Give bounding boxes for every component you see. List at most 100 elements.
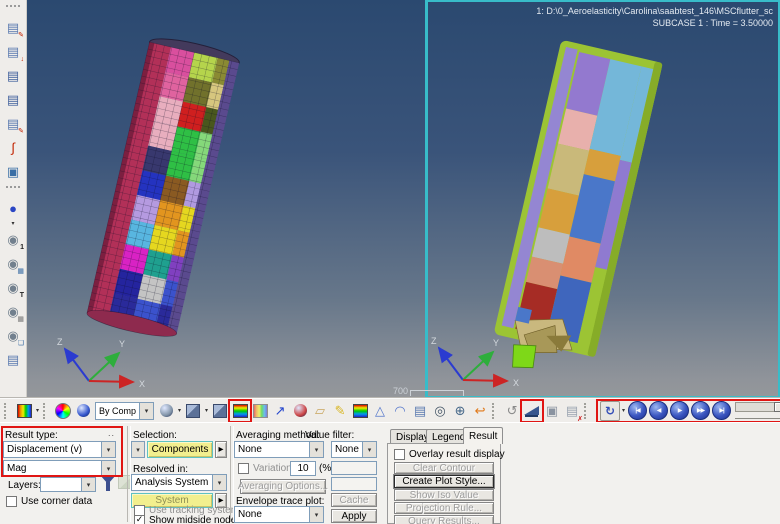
chevron-down-icon[interactable] — [362, 442, 376, 457]
color-wheel-icon[interactable] — [54, 402, 72, 420]
chevron-down-icon[interactable] — [309, 507, 323, 522]
filter-funnel-icon[interactable] — [100, 475, 116, 484]
clear-contour-button[interactable]: Clear Contour — [394, 462, 494, 474]
color-by-combo[interactable]: By Comp — [95, 402, 154, 420]
tracking-dish-icon[interactable]: ◠ — [391, 402, 409, 420]
components-button[interactable]: Components — [147, 441, 213, 458]
entity-labels-icon[interactable]: ◉T — [4, 278, 22, 296]
open-session-icon[interactable]: ▤✎ — [4, 18, 22, 36]
animation-mode-button[interactable]: ↻ — [600, 401, 620, 421]
undo-view-icon[interactable]: ↩ — [471, 402, 489, 420]
animation-mode-dropdown[interactable]: ▾ — [620, 407, 627, 414]
render-style-icon[interactable]: ● — [4, 199, 22, 217]
legend-values-icon[interactable] — [74, 402, 92, 420]
right-model-graphic: Z Y X — [428, 2, 776, 396]
show-hide-elements-icon[interactable]: ◉▦ — [4, 254, 22, 272]
frame-slider[interactable] — [735, 402, 780, 412]
apply-button[interactable]: Apply — [331, 509, 377, 523]
shaded-cube-icon[interactable] — [184, 402, 202, 420]
averaging-method-select[interactable]: None — [234, 441, 324, 458]
plot-curve-icon[interactable]: ∫ — [4, 138, 22, 156]
envelope-trace-select[interactable]: None — [234, 506, 324, 523]
tracking-system-icon[interactable] — [523, 402, 541, 420]
screen-capture-icon[interactable]: ▣ — [4, 162, 22, 180]
create-plot-style-button[interactable]: Create Plot Style... — [394, 475, 494, 488]
entity-query-icon[interactable]: ◎ — [431, 402, 449, 420]
deformed-shape-icon[interactable]: ▱ — [311, 402, 329, 420]
vector-plot-icon[interactable]: ↗ — [271, 402, 289, 420]
scale-ruler: 700 — [393, 386, 464, 396]
previous-frame-button[interactable]: ◀ — [649, 401, 668, 420]
tab-result[interactable]: Result — [463, 427, 503, 444]
svg-text:Y: Y — [119, 339, 125, 349]
result-type-select[interactable]: Displacement (v) — [3, 441, 116, 458]
toolbar-grip — [6, 5, 20, 11]
panel-dots[interactable]: .. — [108, 428, 115, 438]
image-capture-icon[interactable]: ▣ — [543, 402, 561, 420]
value-filter-max-field[interactable] — [331, 477, 377, 491]
use-corner-data-checkbox[interactable]: Use corner data — [6, 496, 92, 507]
notes-icon[interactable]: ▤ — [4, 350, 22, 368]
cache-button[interactable]: Cache — [331, 493, 377, 507]
svg-text:X: X — [513, 378, 519, 388]
shaded-cube-icon-dropdown[interactable]: ▾ — [203, 407, 210, 414]
toolbar-grip — [43, 403, 50, 419]
play-button[interactable]: ▶ — [670, 401, 689, 420]
save-session-icon[interactable]: ▤ — [4, 66, 22, 84]
iso-value-icon[interactable] — [351, 402, 369, 420]
variation-value-field[interactable]: 10 — [290, 461, 316, 476]
selection-mode-select[interactable] — [131, 441, 145, 458]
element-groups-icon[interactable] — [211, 402, 229, 420]
mesh-style-icon-dropdown[interactable]: ▾ — [176, 407, 183, 414]
wireframe-overlay-icon[interactable]: ◉▦ — [4, 302, 22, 320]
toolbar-grip — [6, 186, 20, 192]
viewport-right[interactable]: Z Y X 1: D:\0_Aeroelasticity\Carolina\sa… — [428, 0, 780, 398]
next-frame-button[interactable]: ▶▶ — [691, 401, 710, 420]
edit-page-icon[interactable]: ▤✎ — [4, 114, 22, 132]
tensor-plot-icon[interactable] — [291, 402, 309, 420]
chevron-down-icon[interactable] — [101, 442, 115, 457]
chevron-down-icon[interactable] — [101, 461, 115, 476]
subcase-time-label: SUBCASE 1 : Time = 3.50000 — [536, 17, 773, 29]
explode-view-icon[interactable]: △ — [371, 402, 389, 420]
position-entity-icon[interactable]: ⊕ — [451, 402, 469, 420]
annotate-marker-icon[interactable]: ✎ — [331, 402, 349, 420]
averaging-options-button[interactable]: Averaging Options... — [240, 479, 326, 494]
layers-select[interactable] — [40, 477, 96, 492]
show-iso-value-button[interactable]: Show Iso Value — [394, 489, 494, 501]
overlay-result-checkbox[interactable]: Overlay result display — [394, 449, 505, 460]
trace-entity-icon[interactable]: ↺ — [503, 402, 521, 420]
export-report-icon[interactable]: ▤ — [4, 90, 22, 108]
copy-view-icon[interactable]: ◉❏ — [4, 326, 22, 344]
mask-display-icon[interactable]: ◉1 — [4, 230, 22, 248]
note-attach-icon[interactable]: ▤ — [411, 402, 429, 420]
chevron-down-icon[interactable] — [81, 478, 95, 491]
mesh-style-icon[interactable] — [157, 402, 175, 420]
contour-legend-icon-dropdown[interactable]: ▾ — [34, 407, 41, 414]
contour-legend-icon[interactable] — [15, 402, 33, 420]
render-style-icon-dropdown[interactable]: ▾ — [10, 220, 17, 227]
chevron-down-icon[interactable] — [139, 403, 153, 419]
projection-rule-button[interactable]: Projection Rule... — [394, 502, 494, 514]
last-frame-button[interactable]: ▶| — [712, 401, 731, 420]
extended-selection-button[interactable]: ▸ — [215, 441, 227, 458]
query-results-button[interactable]: Query Results... — [394, 515, 494, 524]
speed-slider[interactable] — [735, 415, 780, 419]
chevron-down-icon[interactable] — [212, 475, 226, 490]
viewport-left[interactable]: Z Y X — [27, 0, 425, 398]
value-filter-select[interactable]: None — [331, 441, 377, 458]
remove-plot-icon[interactable]: ▤✗ — [563, 402, 581, 420]
import-model-icon[interactable]: ▤↓ — [4, 42, 22, 60]
contour-plot-icon[interactable] — [231, 402, 249, 420]
chevron-down-icon[interactable] — [132, 442, 144, 457]
chevron-down-icon[interactable] — [309, 442, 323, 457]
value-filter-min-field[interactable] — [331, 461, 377, 475]
contour-light-icon[interactable] — [251, 402, 269, 420]
bottom-toolbar: ▾By Comp▾▾↗▱✎△◠▤◎⊕↩↺▣▤✗ ↻ ▾ |◀◀▶▶▶▶| ✱ — [0, 398, 780, 422]
color-by-value: By Comp — [96, 406, 139, 416]
orientation-triad: Z Y X — [431, 336, 519, 388]
resolved-in-select[interactable]: Analysis System — [131, 474, 227, 491]
layers-label: Layers: — [8, 480, 41, 491]
first-frame-button[interactable]: |◀ — [628, 401, 647, 420]
frame-slider-handle[interactable] — [774, 402, 780, 412]
